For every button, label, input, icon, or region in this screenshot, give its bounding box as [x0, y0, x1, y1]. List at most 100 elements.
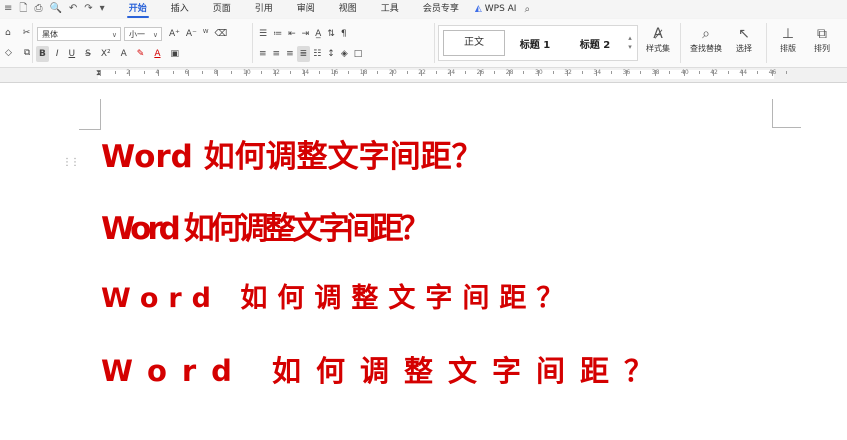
- align-left-icon[interactable]: ≡: [256, 46, 270, 62]
- style-set-button[interactable]: A̷ 样式集: [638, 25, 678, 55]
- shrink-font-icon[interactable]: A⁻: [183, 26, 200, 42]
- ruler-number: 46: [768, 69, 777, 76]
- line-spacing-icon[interactable]: ↕: [324, 46, 338, 62]
- wps-ai-button[interactable]: ◭ WPS AI: [475, 4, 517, 14]
- tab-references[interactable]: 引用: [243, 0, 285, 18]
- ruler-tick: [727, 71, 729, 74]
- menu-icon[interactable]: ≡: [4, 4, 12, 14]
- style-gallery-scroll[interactable]: ▴ ▾: [625, 34, 635, 52]
- ruler-number: 16: [330, 69, 339, 76]
- paste-icon[interactable]: ⌂: [2, 25, 14, 41]
- grow-font-icon[interactable]: A⁺: [166, 26, 183, 42]
- ruler-tick: [348, 71, 350, 74]
- print-preview-icon[interactable]: 🔍: [49, 4, 61, 14]
- ruler-tick: [231, 71, 233, 74]
- ruler-tick: [100, 70, 101, 76]
- qa-dropdown-icon[interactable]: ▾: [100, 4, 105, 14]
- shading-icon[interactable]: ◈: [338, 46, 351, 62]
- style-heading-1[interactable]: 标题 1: [505, 36, 565, 51]
- bold-button[interactable]: B: [36, 46, 49, 62]
- italic-button[interactable]: I: [53, 46, 62, 62]
- document-line-1[interactable]: Word 如何调整文字间距？: [101, 131, 483, 176]
- document-line-2[interactable]: Word 如何调整文字间距？: [101, 203, 431, 248]
- font-size-tools: A⁺ A⁻ ᵂ ⌫: [166, 26, 230, 42]
- show-marks-icon[interactable]: ¶: [338, 26, 350, 42]
- tab-page[interactable]: 页面: [201, 0, 243, 18]
- ruler-tick: [377, 71, 379, 74]
- clipboard-row-1: ⌂ ✂: [2, 25, 33, 41]
- ruler-number: 30: [535, 69, 543, 76]
- strikethrough-button[interactable]: S̶: [82, 46, 94, 62]
- ruler-number: 40: [681, 69, 689, 76]
- ruler-number: 20: [389, 69, 397, 76]
- horizontal-ruler[interactable]: ⧗ 2 4 6 8 10 12 14 16 18 20 22 24 26 28 30 32 34 36 38 40 42…: [0, 68, 847, 83]
- document-line-3[interactable]: Word 如何调整文字间距？: [101, 276, 573, 315]
- ruler-number: 8: [213, 69, 218, 76]
- style-heading-2[interactable]: 标题 2: [565, 36, 625, 51]
- arrange-button[interactable]: ⧉ 排列: [802, 25, 842, 55]
- tab-insert[interactable]: 插入: [159, 0, 201, 18]
- justify-icon[interactable]: ≣: [296, 46, 311, 62]
- distributed-icon[interactable]: ☷: [310, 46, 324, 62]
- text-effect-button[interactable]: A: [118, 46, 130, 62]
- numbered-list-icon[interactable]: ≔: [270, 26, 285, 42]
- wps-ai-label: WPS AI: [484, 4, 517, 14]
- align-right-icon[interactable]: ≡: [283, 46, 297, 62]
- ruler-number: 44: [739, 69, 748, 76]
- tab-tools[interactable]: 工具: [369, 0, 411, 18]
- underline-button[interactable]: U: [66, 46, 79, 62]
- ruler-number: 34: [593, 69, 602, 76]
- format-painter-icon[interactable]: ◇: [2, 45, 15, 61]
- tab-home[interactable]: 开始: [117, 0, 159, 18]
- ribbon: ⌂ ✂ ◇ ⧉ 黑体 ∨ 小一 ∨ A⁺ A⁻ ᵂ ⌫ B I U S̶ X² …: [0, 19, 847, 68]
- char-border-icon[interactable]: ▣: [168, 46, 183, 62]
- paragraph-row-2: ≡ ≡ ≡ ≣ ☷ ↕ ◈ □: [256, 46, 365, 62]
- ruler-number: 22: [418, 69, 426, 76]
- find-replace-button[interactable]: ⌕ 查找替换: [686, 25, 726, 55]
- arrange-icon: ⧉: [817, 26, 827, 42]
- ruler-number: 12: [272, 69, 280, 76]
- ruler-tick: [786, 71, 788, 74]
- document-line-4[interactable]: Word 如何调整文字间距？: [101, 348, 668, 390]
- margin-corner-top-left: [79, 99, 101, 130]
- undo-icon[interactable]: ↶: [69, 4, 77, 14]
- quick-access-toolbar: ≡ 🗋 ⎙ 🔍 ↶ ↷ ▾: [0, 4, 105, 14]
- font-size-select[interactable]: 小一 ∨: [124, 27, 162, 41]
- font-style-tools: B I U S̶ X² A ✎ A ▣: [36, 46, 182, 62]
- select-button[interactable]: ↖ 选择: [724, 25, 764, 55]
- align-center-icon[interactable]: ≡: [270, 46, 284, 62]
- tab-review[interactable]: 审阅: [285, 0, 327, 18]
- divider: [766, 23, 767, 63]
- divider: [434, 23, 435, 63]
- font-name-select[interactable]: 黑体 ∨: [37, 27, 121, 41]
- tab-view[interactable]: 视图: [327, 0, 369, 18]
- tab-member[interactable]: 会员专享: [411, 0, 471, 18]
- ruler-tick: [435, 71, 437, 74]
- search-icon[interactable]: ⌕: [524, 4, 530, 15]
- highlight-icon[interactable]: ✎: [134, 46, 148, 62]
- find-replace-label: 查找替换: [690, 44, 722, 53]
- print-icon[interactable]: ⎙: [34, 4, 42, 14]
- phonetic-icon[interactable]: ᵂ: [200, 26, 212, 42]
- wps-ai-icon: ◭: [474, 4, 482, 14]
- chinese-layout-icon[interactable]: A̲: [312, 26, 324, 42]
- clear-format-icon[interactable]: ⌫: [211, 26, 230, 42]
- font-color-icon[interactable]: A: [151, 46, 163, 62]
- drag-handle-icon[interactable]: ⋮⋮: [62, 157, 80, 168]
- ruler-tick: [581, 71, 583, 74]
- decrease-indent-icon[interactable]: ⇤: [285, 26, 299, 42]
- ruler-number: 10: [243, 69, 251, 76]
- style-normal[interactable]: 正文: [443, 30, 505, 56]
- ruler-tick: [611, 71, 612, 74]
- border-icon[interactable]: □: [351, 46, 366, 62]
- document-page[interactable]: ⋮⋮ Word 如何调整文字间距？ Word 如何调整文字间距？ Word 如何…: [0, 83, 847, 440]
- ruler-tick: [173, 71, 174, 74]
- redo-icon[interactable]: ↷: [84, 4, 92, 14]
- ruler-number: 26: [476, 69, 485, 76]
- superscript-button[interactable]: X²: [98, 46, 114, 62]
- save-icon[interactable]: 🗋: [19, 4, 27, 14]
- sort-icon[interactable]: ⇅: [324, 26, 338, 42]
- divider: [32, 23, 33, 63]
- increase-indent-icon[interactable]: ⇥: [299, 26, 313, 42]
- bullet-list-icon[interactable]: ☰: [256, 26, 270, 42]
